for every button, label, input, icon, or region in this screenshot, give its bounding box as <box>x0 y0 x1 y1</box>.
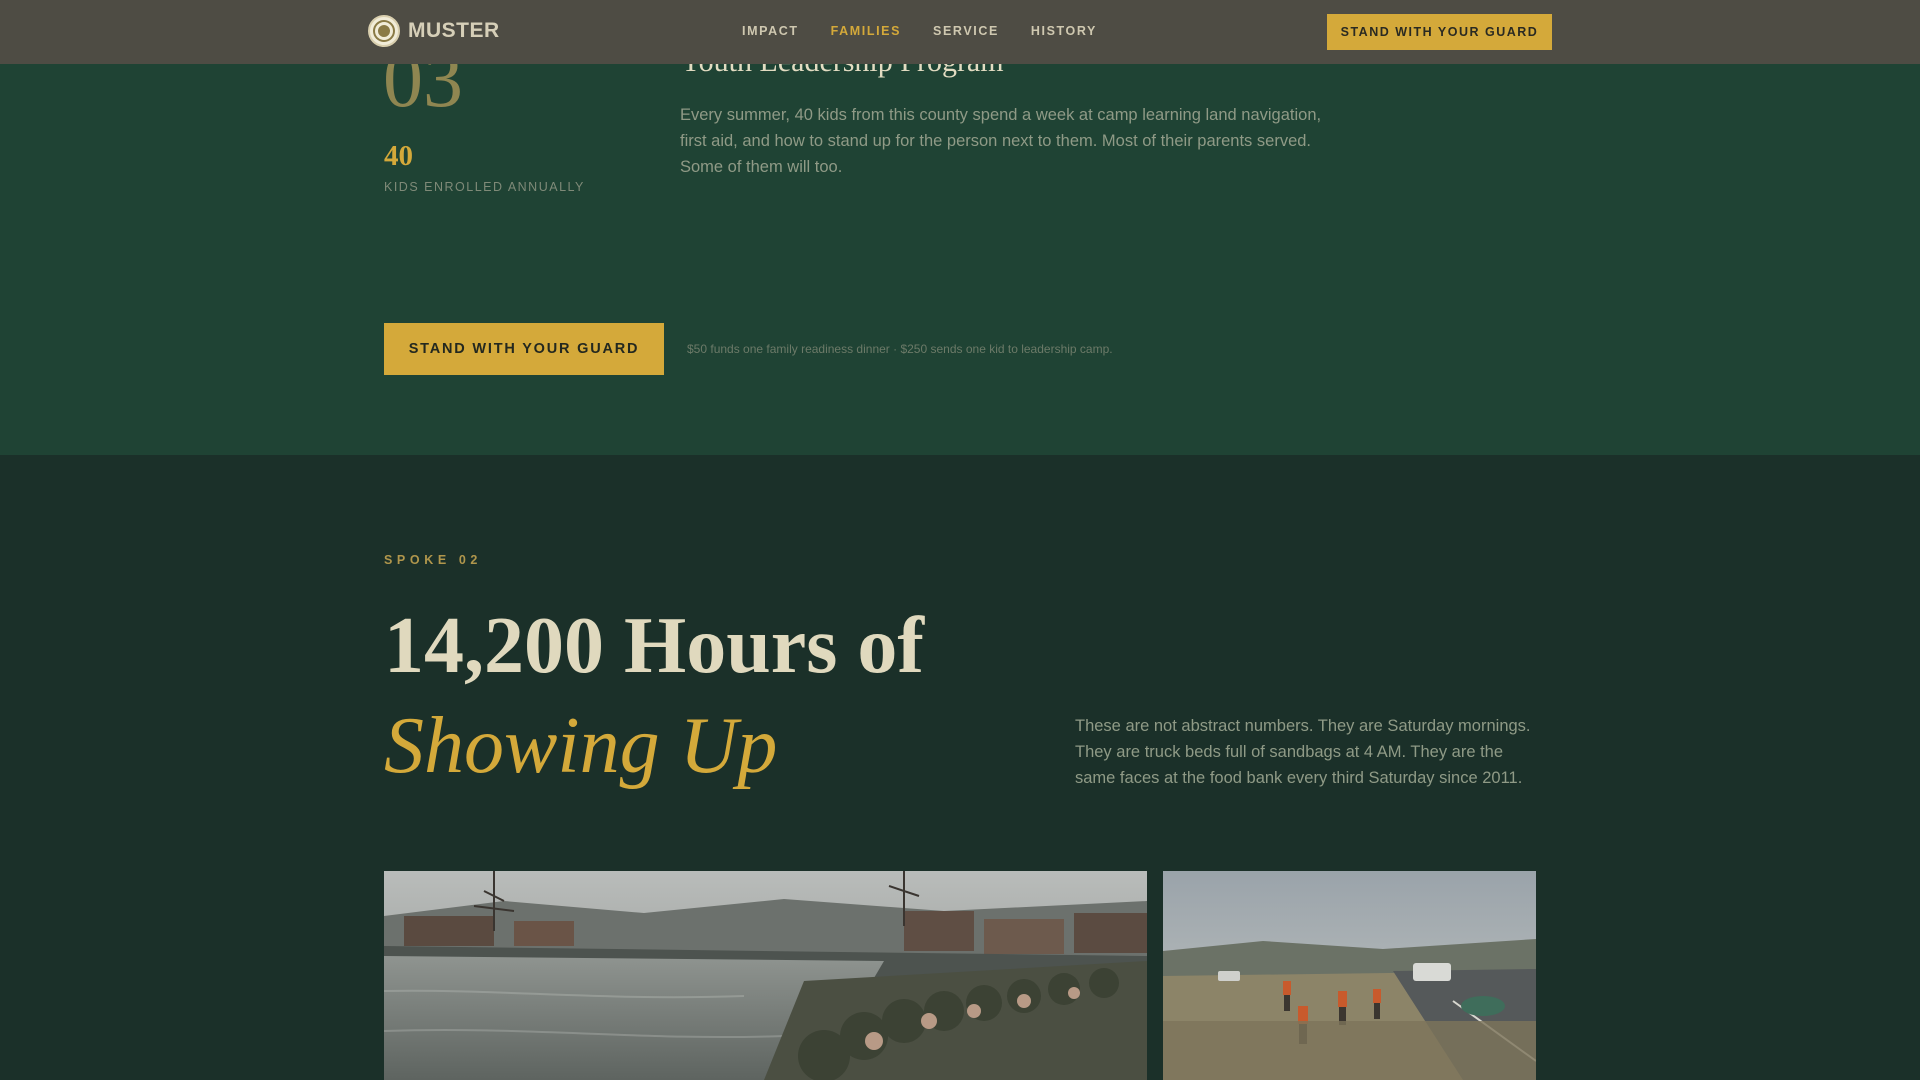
spoke-eyebrow: SPOKE 02 <box>384 553 482 567</box>
roadside-volunteers-photo <box>1163 871 1536 1080</box>
stat-label: KIDS ENROLLED ANNUALLY <box>384 180 585 194</box>
seal-logo-icon <box>368 15 400 47</box>
brand-name: MUSTER <box>408 19 500 42</box>
stand-with-guard-button[interactable]: STAND WITH YOUR GUARD <box>384 323 664 375</box>
nav-link-families[interactable]: FAMILIES <box>831 24 901 38</box>
nav-link-history[interactable]: HISTORY <box>1031 24 1097 38</box>
spoke-headline-emphasis: Showing Up <box>384 702 778 790</box>
top-nav: MUSTER IMPACT FAMILIES SERVICE HISTORY S… <box>0 0 1920 64</box>
nav-link-service[interactable]: SERVICE <box>933 24 999 38</box>
program-description: Every summer, 40 kids from this county s… <box>680 106 1322 176</box>
stat-value: 40 <box>384 140 413 172</box>
nav-link-impact[interactable]: IMPACT <box>742 24 799 38</box>
donation-note: $50 funds one family readiness dinner · … <box>687 342 1113 356</box>
brand[interactable]: MUSTER <box>368 15 500 47</box>
spoke-description: These are not abstract numbers. They are… <box>1075 717 1531 787</box>
sandbag-river-photo <box>384 871 1147 1080</box>
spoke-headline: 14,200 Hours of <box>384 602 924 690</box>
nav-links: IMPACT FAMILIES SERVICE HISTORY <box>742 24 1097 38</box>
program-section: 03 40 KIDS ENROLLED ANNUALLY Youth Leade… <box>0 0 1920 455</box>
nav-stand-with-guard-button[interactable]: STAND WITH YOUR GUARD <box>1327 14 1552 50</box>
